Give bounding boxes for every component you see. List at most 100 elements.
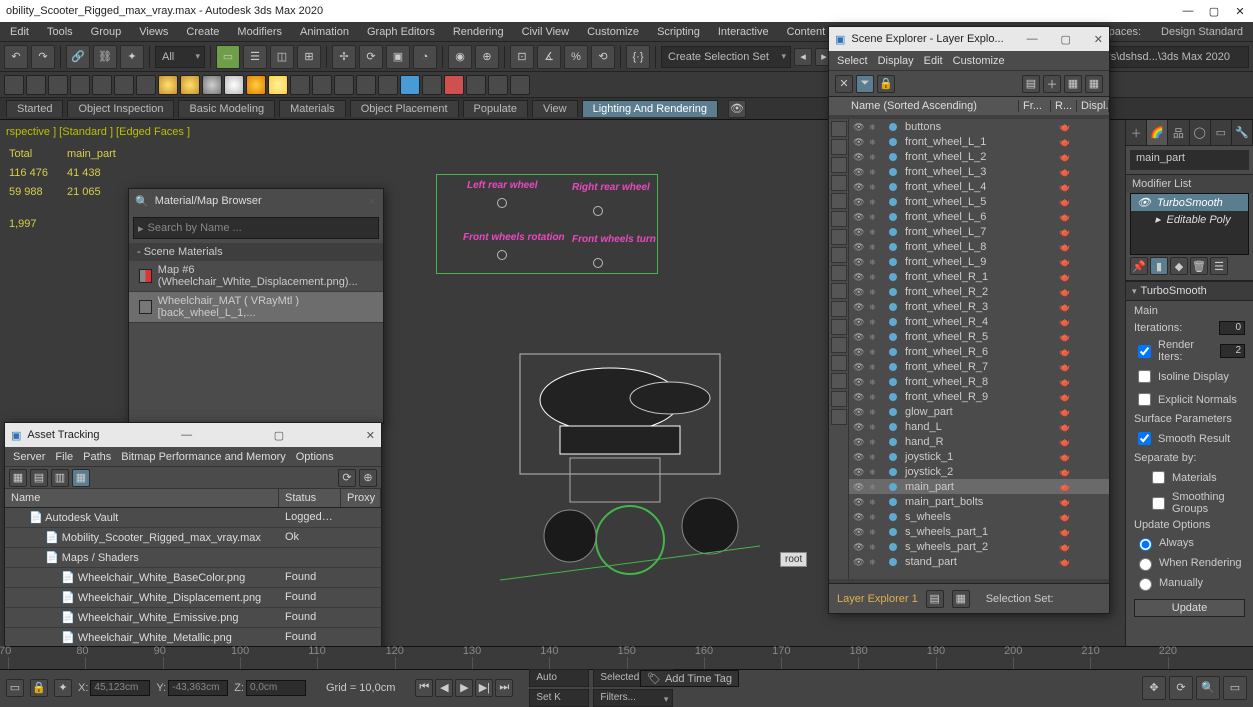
filter-icon[interactable] (831, 139, 847, 155)
scene-row[interactable]: front_wheel_R_9 (849, 389, 1109, 404)
menu-bitmap[interactable]: Bitmap Performance and Memory (121, 451, 285, 463)
scene-row[interactable]: main_part (849, 479, 1109, 494)
asset-tb-icon[interactable]: ▤ (30, 469, 48, 487)
scene-columns[interactable]: Name (Sorted Ascending) Fr... R... Displ… (829, 97, 1109, 115)
filter-icon[interactable] (831, 193, 847, 209)
filter-icon[interactable] (831, 301, 847, 317)
filter-icon[interactable] (831, 319, 847, 335)
keyfilters-dropdown[interactable]: Filters... (593, 689, 673, 707)
viewport-label[interactable]: rspective ] [Standard ] [Edged Faces ] (6, 126, 190, 138)
light-icon[interactable] (268, 75, 288, 95)
spinner-snap-icon[interactable]: ⟲ (591, 45, 615, 69)
filter-icon[interactable] (831, 229, 847, 245)
timeline[interactable]: 7080901001101201301401501601701801902002… (0, 646, 1253, 669)
selection-filter[interactable]: All (155, 46, 205, 68)
autokey-button[interactable]: Auto (529, 669, 589, 687)
ribbon-btn[interactable] (136, 75, 156, 95)
coord-y-input[interactable] (168, 680, 228, 696)
sphere-grey-icon[interactable] (202, 75, 222, 95)
scene-row[interactable]: front_wheel_L_1 (849, 134, 1109, 149)
asset-tracking-window[interactable]: ▣ Asset Tracking — ▢ ✕ Server File Paths… (4, 422, 382, 682)
modifier-item[interactable]: 👁 TurboSmooth (1131, 194, 1248, 211)
ribbon-btn[interactable] (466, 75, 486, 95)
layer-icon[interactable]: ▤ (1022, 75, 1040, 93)
scene-tb-icon[interactable]: ✕ (835, 75, 853, 93)
scene-tree[interactable]: buttonsfront_wheel_L_1front_wheel_L_2fro… (849, 119, 1109, 579)
filter-icon[interactable] (831, 157, 847, 173)
asset-row[interactable]: 📄 Wheelchair_White_Emissive.pngFound (5, 608, 381, 628)
minimize-icon[interactable]: — (1181, 5, 1195, 18)
motion-tab-icon[interactable]: ◯ (1190, 120, 1211, 145)
time-tag-button[interactable]: 🏷Add Time Tag (640, 670, 739, 687)
scene-row[interactable]: hand_R (849, 434, 1109, 449)
eye-icon[interactable]: 👁 (1137, 196, 1151, 209)
status-icon[interactable]: ▭ (6, 679, 24, 697)
angle-snap-icon[interactable]: ∡ (537, 45, 561, 69)
remove-mod-icon[interactable]: 🗑 (1190, 257, 1208, 275)
tab-object-inspection[interactable]: Object Inspection (67, 100, 174, 117)
scene-row[interactable]: s_wheels (849, 509, 1109, 524)
layer-icon[interactable]: ▦ (1064, 75, 1082, 93)
filter-icon[interactable] (831, 247, 847, 263)
bind-icon[interactable]: ✦ (120, 45, 144, 69)
scene-row[interactable]: front_wheel_L_6 (849, 209, 1109, 224)
maximize-icon[interactable]: ▢ (1060, 33, 1070, 46)
layer-icon[interactable]: ▦ (952, 590, 970, 608)
close-icon[interactable]: ✕ (1233, 5, 1247, 18)
update-always-radio[interactable] (1139, 538, 1152, 551)
material-search[interactable]: ▸Search by Name ... (133, 217, 379, 239)
menu-views[interactable]: Views (133, 24, 174, 40)
select-name-icon[interactable]: ☰ (243, 45, 267, 69)
close-icon[interactable]: ✕ (368, 195, 377, 208)
close-icon[interactable]: ✕ (366, 429, 375, 442)
scene-row[interactable]: s_wheels_part_2 (849, 539, 1109, 554)
rig-dot[interactable] (497, 198, 507, 208)
filter-icon[interactable] (831, 373, 847, 389)
menu-tools[interactable]: Tools (41, 24, 79, 40)
menu-grapheditors[interactable]: Graph Editors (361, 24, 441, 40)
sun-icon[interactable] (246, 75, 266, 95)
scene-row[interactable]: front_wheel_L_8 (849, 239, 1109, 254)
snap-icon[interactable]: ⊡ (510, 45, 534, 69)
unlink-icon[interactable]: ⛓ (93, 45, 117, 69)
menu-civilview[interactable]: Civil View (516, 24, 575, 40)
maximize-icon[interactable]: ▢ (1207, 5, 1221, 18)
filter-icon[interactable] (831, 265, 847, 281)
tab-view[interactable]: View (532, 100, 578, 117)
menu-create[interactable]: Create (180, 24, 225, 40)
rollout-turbosmooth[interactable]: TurboSmooth (1126, 281, 1253, 301)
ribbon-btn[interactable] (26, 75, 46, 95)
menu-paths[interactable]: Paths (83, 451, 111, 463)
redo-icon[interactable]: ↷ (31, 45, 55, 69)
scene-row[interactable]: glow_part (849, 404, 1109, 419)
scene-row[interactable]: front_wheel_R_7 (849, 359, 1109, 374)
scale-icon[interactable]: ▣ (386, 45, 410, 69)
menu-rendering[interactable]: Rendering (447, 24, 510, 40)
rig-dot[interactable] (593, 206, 603, 216)
scene-row[interactable]: front_wheel_L_5 (849, 194, 1109, 209)
make-unique-icon[interactable]: ◆ (1170, 257, 1188, 275)
play-icon[interactable]: ▶ (455, 679, 473, 697)
setkey-button[interactable]: Set K (529, 689, 589, 707)
ribbon-btn[interactable] (378, 75, 398, 95)
display-tab-icon[interactable]: ▭ (1211, 120, 1232, 145)
viewnav-icon[interactable]: ✥ (1142, 676, 1166, 700)
filter-icon[interactable] (831, 211, 847, 227)
create-tab-icon[interactable]: ＋ (1126, 120, 1147, 145)
sep-materials-checkbox[interactable] (1152, 471, 1165, 484)
tab-materials[interactable]: Materials (279, 100, 346, 117)
scene-row[interactable]: front_wheel_L_3 (849, 164, 1109, 179)
refcoord-icon[interactable]: ◉ (448, 45, 472, 69)
minimize-icon[interactable]: — (1027, 33, 1038, 45)
update-manually-radio[interactable] (1139, 578, 1152, 591)
placement-icon[interactable]: ◔ (413, 45, 437, 69)
modifier-item[interactable]: ▸ Editable Poly (1131, 211, 1248, 228)
menu-modifiers[interactable]: Modifiers (231, 24, 288, 40)
menu-display[interactable]: Display (878, 55, 914, 67)
scene-row[interactable]: front_wheel_L_2 (849, 149, 1109, 164)
menu-options[interactable]: Options (296, 451, 334, 463)
asset-row[interactable]: 📄 Mobility_Scooter_Rigged_max_vray.maxOk (5, 528, 381, 548)
goto-start-icon[interactable]: ⏮ (415, 679, 433, 697)
select-region-icon[interactable]: ◫ (270, 45, 294, 69)
schematic-icon[interactable]: {·} (626, 45, 650, 69)
